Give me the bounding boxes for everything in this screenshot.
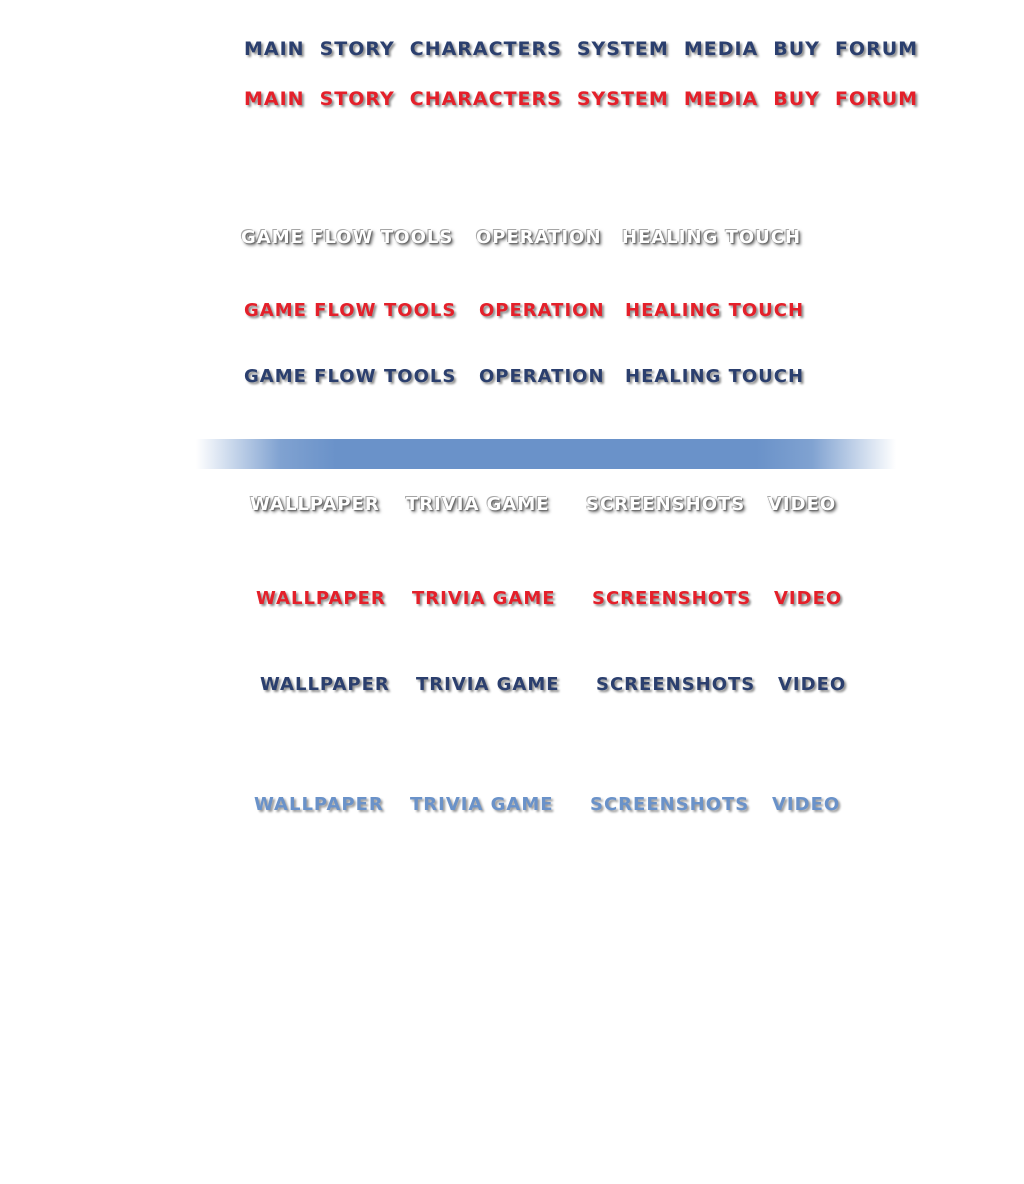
system-subnav-white: GAME FLOW TOOLS OPERATION HEALING TOUCH	[241, 226, 801, 250]
media-screenshots-link[interactable]: SCREENSHOTS	[586, 493, 768, 517]
nav-media-link-hover[interactable]: MEDIA	[684, 87, 758, 111]
media-screenshots-link-visited[interactable]: SCREENSHOTS	[590, 793, 772, 817]
main-nav-hover: MAIN STORY CHARACTERS SYSTEM MEDIA BUY F…	[244, 87, 918, 111]
media-trivia-game-link-visited[interactable]: TRIVIA GAME	[410, 793, 590, 817]
media-subnav-white: WALLPAPER TRIVIA GAME SCREENSHOTS VIDEO	[250, 493, 836, 517]
nav-media-link[interactable]: MEDIA	[684, 37, 758, 61]
system-game-flow-link-active[interactable]: GAME FLOW	[244, 365, 384, 389]
nav-main-link-hover[interactable]: MAIN	[244, 87, 305, 111]
system-subnav-red: GAME FLOW TOOLS OPERATION HEALING TOUCH	[244, 299, 804, 323]
media-screenshots-link-active[interactable]: SCREENSHOTS	[596, 673, 778, 697]
media-video-link-hover[interactable]: VIDEO	[774, 587, 842, 611]
nav-story-link-hover[interactable]: STORY	[320, 87, 395, 111]
nav-forum-link-hover[interactable]: FORUM	[835, 87, 918, 111]
media-video-link-visited[interactable]: VIDEO	[772, 793, 840, 817]
nav-buy-link[interactable]: BUY	[773, 37, 820, 61]
media-video-link-active[interactable]: VIDEO	[778, 673, 846, 697]
media-wallpaper-link[interactable]: WALLPAPER	[250, 493, 406, 517]
system-healing-touch-link[interactable]: HEALING TOUCH	[622, 226, 801, 250]
media-wallpaper-link-visited[interactable]: WALLPAPER	[254, 793, 410, 817]
media-subnav-red: WALLPAPER TRIVIA GAME SCREENSHOTS VIDEO	[256, 587, 842, 611]
system-tools-link-hover[interactable]: TOOLS	[384, 299, 479, 323]
media-trivia-game-link-hover[interactable]: TRIVIA GAME	[412, 587, 592, 611]
nav-characters-link-hover[interactable]: CHARACTERS	[410, 87, 562, 111]
media-trivia-game-link[interactable]: TRIVIA GAME	[406, 493, 586, 517]
nav-system-link-hover[interactable]: SYSTEM	[577, 87, 669, 111]
nav-characters-link[interactable]: CHARACTERS	[410, 37, 562, 61]
nav-forum-link[interactable]: FORUM	[835, 37, 918, 61]
nav-buy-link-hover[interactable]: BUY	[773, 87, 820, 111]
divider-bar	[196, 439, 896, 469]
system-game-flow-link[interactable]: GAME FLOW	[241, 226, 381, 250]
system-healing-touch-link-active[interactable]: HEALING TOUCH	[625, 365, 804, 389]
media-screenshots-link-hover[interactable]: SCREENSHOTS	[592, 587, 774, 611]
media-subnav-blue: WALLPAPER TRIVIA GAME SCREENSHOTS VIDEO	[254, 793, 840, 817]
media-wallpaper-link-hover[interactable]: WALLPAPER	[256, 587, 412, 611]
nav-story-link[interactable]: STORY	[320, 37, 395, 61]
system-tools-link[interactable]: TOOLS	[381, 226, 476, 250]
nav-main-link[interactable]: MAIN	[244, 37, 305, 61]
nav-system-link[interactable]: SYSTEM	[577, 37, 669, 61]
system-game-flow-link-hover[interactable]: GAME FLOW	[244, 299, 384, 323]
system-operation-link-hover[interactable]: OPERATION	[479, 299, 625, 323]
media-subnav-navy: WALLPAPER TRIVIA GAME SCREENSHOTS VIDEO	[260, 673, 846, 697]
system-operation-link-active[interactable]: OPERATION	[479, 365, 625, 389]
main-nav-normal: MAIN STORY CHARACTERS SYSTEM MEDIA BUY F…	[244, 37, 918, 61]
system-operation-link[interactable]: OPERATION	[476, 226, 622, 250]
system-subnav-navy: GAME FLOW TOOLS OPERATION HEALING TOUCH	[244, 365, 804, 389]
media-wallpaper-link-active[interactable]: WALLPAPER	[260, 673, 416, 697]
media-video-link[interactable]: VIDEO	[768, 493, 836, 517]
system-tools-link-active[interactable]: TOOLS	[384, 365, 479, 389]
system-healing-touch-link-hover[interactable]: HEALING TOUCH	[625, 299, 804, 323]
media-trivia-game-link-active[interactable]: TRIVIA GAME	[416, 673, 596, 697]
